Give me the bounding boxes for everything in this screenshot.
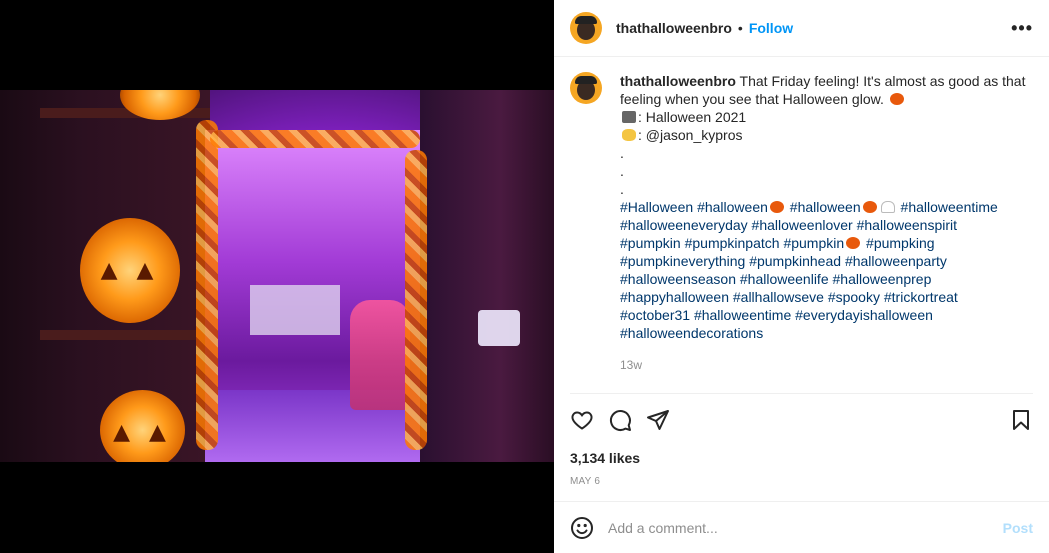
hashtag-link[interactable]: #halloweentime xyxy=(694,307,791,323)
hashtag-link[interactable]: #everydayishalloween xyxy=(795,307,933,323)
caption-text: thathalloweenbro That Friday feeling! It… xyxy=(620,72,1030,372)
hashtag-link[interactable]: #halloweenlife xyxy=(740,271,829,287)
party-table xyxy=(250,285,340,335)
username-link[interactable]: thathalloweenbro xyxy=(616,20,732,36)
pumpkin-emoji-icon xyxy=(846,237,861,249)
hashtag-link[interactable]: #trickortreat xyxy=(884,289,958,305)
likes-count[interactable]: 3,134 likes xyxy=(570,450,640,466)
garland-right xyxy=(405,150,427,450)
caption-block: thathalloweenbro That Friday feeling! It… xyxy=(570,72,1033,372)
follow-button[interactable]: Follow xyxy=(749,20,793,36)
post-modal: ▲ ▲ ▲ ▲ thathalloweenbro • Follow ••• th… xyxy=(0,0,1049,553)
comment-icon[interactable] xyxy=(608,408,632,432)
person-emoji-icon xyxy=(622,129,636,141)
shelf-board xyxy=(40,330,210,340)
person-figure xyxy=(350,300,410,410)
action-bar xyxy=(570,393,1033,433)
hashtag-link[interactable]: #halloweenseason xyxy=(620,271,736,287)
hashtag-link[interactable]: #allhallowseve xyxy=(733,289,824,305)
pumpkin-emoji-icon xyxy=(889,93,904,105)
hashtag-link[interactable]: #halloweenprep xyxy=(833,271,932,287)
ghost-emoji-icon xyxy=(880,201,895,213)
post-timestamp[interactable]: 13w xyxy=(620,356,1030,374)
smiley-icon[interactable] xyxy=(570,516,594,540)
camera-emoji-icon xyxy=(622,111,636,123)
dot-line: . xyxy=(620,145,624,161)
hashtag-link[interactable]: #pumpking xyxy=(866,235,935,251)
caption-username[interactable]: thathalloweenbro xyxy=(620,73,736,89)
dot-line: . xyxy=(620,163,624,179)
caption-line-2: : Halloween 2021 xyxy=(638,109,747,125)
garland-top xyxy=(210,130,420,148)
comment-bar: Add a comment... Post xyxy=(554,501,1049,553)
hashtag-link[interactable]: #pumpkineverything xyxy=(620,253,745,269)
crate-shelf-right xyxy=(420,90,554,462)
media-panel: ▲ ▲ ▲ ▲ xyxy=(0,0,554,553)
post-comment-button[interactable]: Post xyxy=(1003,520,1033,536)
avatar[interactable] xyxy=(570,72,602,104)
avatar-cap xyxy=(575,76,597,84)
post-photo[interactable]: ▲ ▲ ▲ ▲ xyxy=(0,90,554,462)
bookmark-icon[interactable] xyxy=(1009,408,1033,432)
lamp xyxy=(478,310,520,346)
hashtag-link[interactable]: #halloweeneveryday xyxy=(620,217,748,233)
dot-line: . xyxy=(620,181,624,197)
hashtag-link[interactable]: #halloweenparty xyxy=(845,253,947,269)
heart-icon[interactable] xyxy=(570,408,594,432)
hashtag-link[interactable]: #Halloween xyxy=(620,199,693,215)
hashtag-link[interactable]: #pumpkinpatch xyxy=(685,235,780,251)
hashtag-link[interactable]: #pumpkinhead xyxy=(749,253,841,269)
pumpkin-emoji-icon xyxy=(769,201,784,213)
jack-o-lantern-bottom: ▲ ▲ xyxy=(100,390,185,462)
hashtag-link[interactable]: #happyhalloween xyxy=(620,289,729,305)
post-side-panel: thathalloweenbro • Follow ••• thathallow… xyxy=(554,0,1049,553)
hashtag-link[interactable]: #october31 xyxy=(620,307,690,323)
hashtag-link[interactable]: #pumpkin xyxy=(620,235,681,251)
caption-line-3: : @jason_kypros xyxy=(638,127,743,143)
hashtag-link[interactable]: #halloweentime xyxy=(901,199,998,215)
post-header: thathalloweenbro • Follow ••• xyxy=(554,0,1049,57)
hashtag-link[interactable]: #pumpkin xyxy=(783,235,844,251)
hashtag-link[interactable]: #halloweendecorations xyxy=(620,325,763,341)
avatar[interactable] xyxy=(570,12,602,44)
avatar-cap xyxy=(575,16,597,24)
pumpkin-emoji-icon xyxy=(862,201,877,213)
jack-o-lantern-middle: ▲ ▲ xyxy=(80,218,180,323)
more-options-icon[interactable]: ••• xyxy=(1011,18,1033,39)
garland-left xyxy=(196,120,218,450)
hashtag-link[interactable]: #halloweenlover xyxy=(752,217,853,233)
separator-dot: • xyxy=(737,20,743,36)
paper-plane-icon[interactable] xyxy=(646,408,670,432)
post-date: MAY 6 xyxy=(570,476,601,487)
hashtag-link[interactable]: #spooky xyxy=(828,289,880,305)
hashtag-link[interactable]: #halloweenspirit xyxy=(857,217,957,233)
hashtag-link[interactable]: #halloween xyxy=(697,199,768,215)
comment-input[interactable]: Add a comment... xyxy=(608,520,1003,536)
hashtag-link[interactable]: #halloween xyxy=(790,199,861,215)
